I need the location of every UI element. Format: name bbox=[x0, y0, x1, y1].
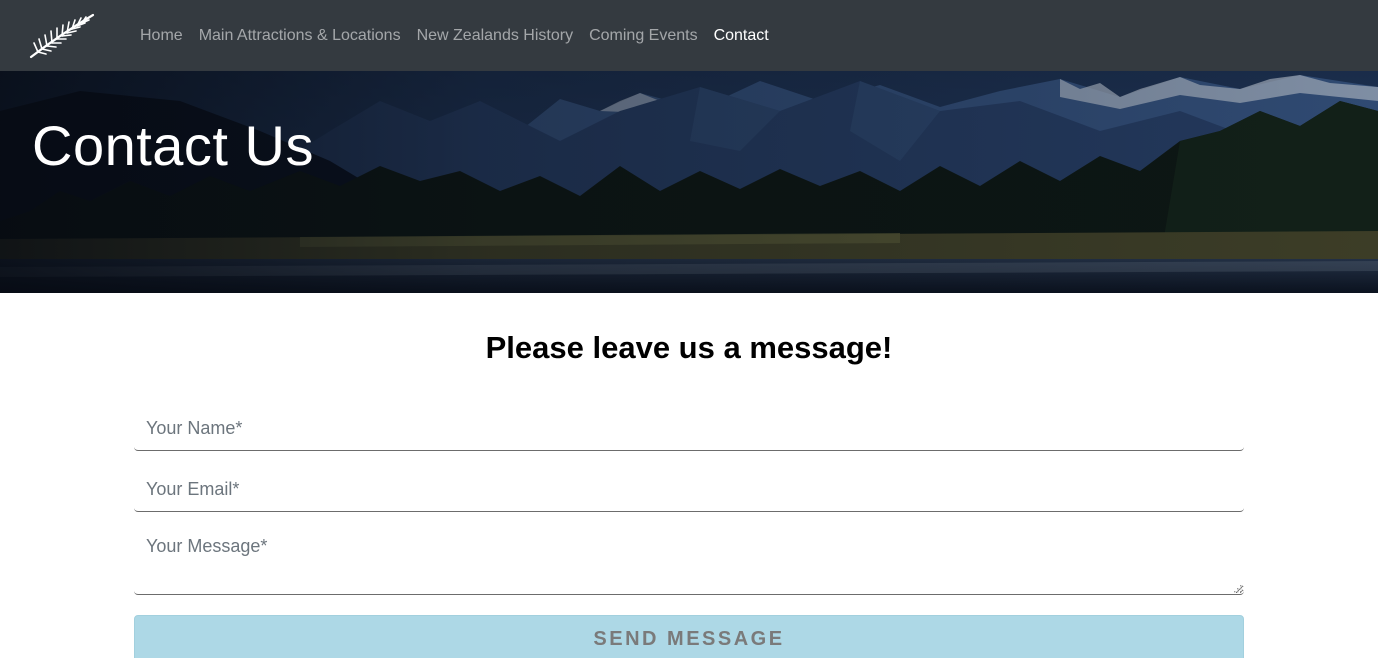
nav-link-home[interactable]: Home bbox=[132, 19, 191, 53]
message-textarea[interactable] bbox=[134, 528, 1244, 595]
name-input[interactable] bbox=[134, 406, 1244, 451]
nav-links: Home Main Attractions & Locations New Ze… bbox=[132, 0, 777, 71]
top-navbar: Home Main Attractions & Locations New Ze… bbox=[0, 0, 1378, 71]
silver-fern-logo-icon[interactable] bbox=[28, 12, 96, 60]
hero-banner: Contact Us bbox=[0, 71, 1378, 293]
nav-link-history[interactable]: New Zealands History bbox=[409, 19, 582, 53]
nav-link-contact[interactable]: Contact bbox=[706, 19, 777, 53]
page-title: Contact Us bbox=[32, 114, 314, 177]
send-message-button[interactable]: SEND MESSAGE bbox=[134, 615, 1244, 658]
nav-link-coming-events[interactable]: Coming Events bbox=[581, 19, 706, 53]
nav-link-main-attractions[interactable]: Main Attractions & Locations bbox=[191, 19, 409, 53]
form-heading: Please leave us a message! bbox=[485, 330, 893, 365]
mountain-lake-hero-image bbox=[0, 71, 1378, 293]
email-input[interactable] bbox=[134, 467, 1244, 512]
resize-grip-icon[interactable] bbox=[1232, 583, 1242, 593]
